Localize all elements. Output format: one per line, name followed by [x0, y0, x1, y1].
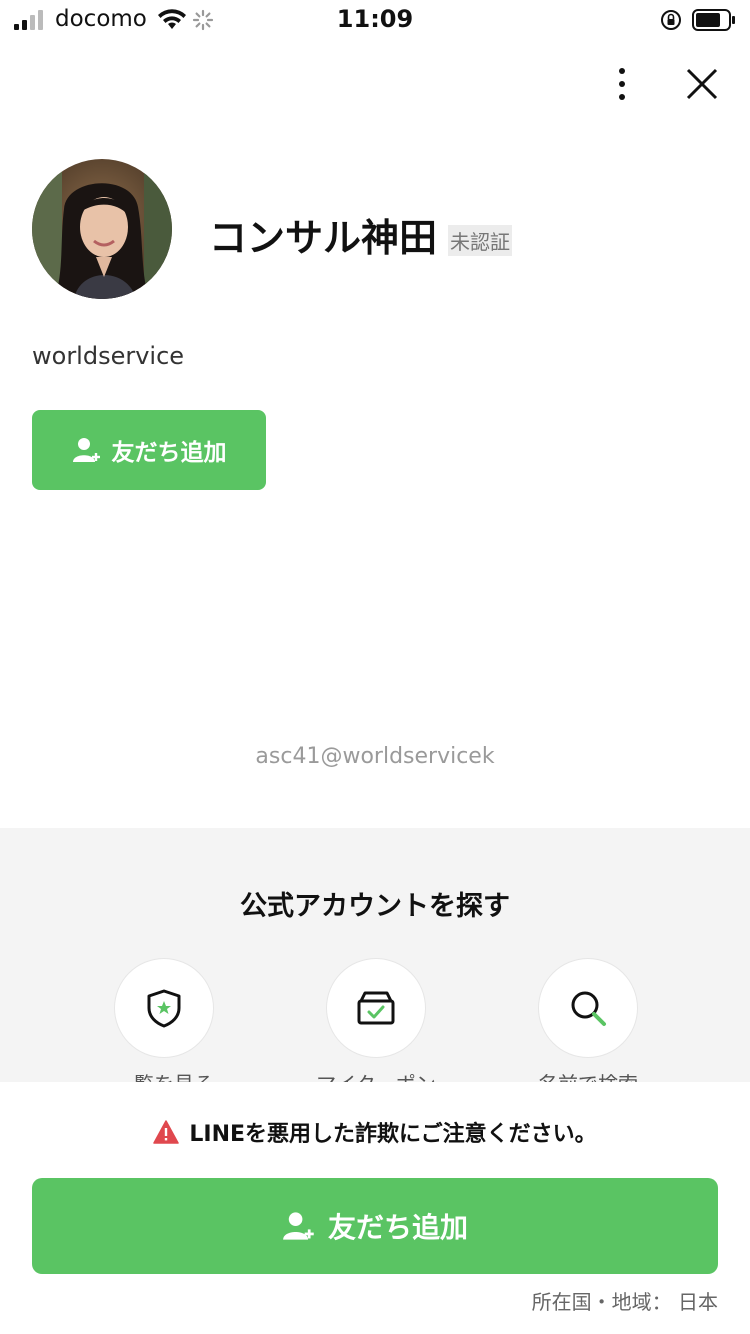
warning-icon [153, 1120, 180, 1144]
add-friend-icon [72, 438, 100, 462]
status-bar: docomo 11:09 [0, 0, 750, 44]
coupon-box-icon [357, 991, 395, 1025]
more-options-button[interactable] [602, 64, 642, 104]
search-icon [571, 991, 606, 1026]
close-button[interactable] [682, 64, 722, 104]
profile-id: worldservice [32, 342, 185, 370]
add-friend-button[interactable]: 友だち追加 [32, 410, 266, 490]
fraud-warning-text: LINEを悪用した詐欺にご注意ください。 [189, 1122, 597, 1147]
location-info: 所在国・地域： 日本 [531, 1290, 718, 1314]
search-by-name-button[interactable] [539, 959, 637, 1057]
browse-list-button[interactable] [115, 959, 213, 1057]
add-friend-icon [283, 1212, 314, 1240]
fraud-warning: LINEを悪用した詐欺にご注意ください。 [0, 1116, 750, 1148]
add-friend-label: 友だち追加 [111, 440, 227, 466]
add-friend-main-label: 友だち追加 [327, 1211, 468, 1244]
add-friend-main-button[interactable]: 友だち追加 [32, 1178, 718, 1274]
avatar-photo [32, 159, 172, 299]
official-accounts-section: 公式アカウントを探す 一覧を見る マイクーポン 名前で検索 [0, 828, 750, 1096]
battery-icon [692, 9, 735, 31]
bottom-panel: LINEを悪用した詐欺にご注意ください。 友だち追加 所在国・地域： 日本 [0, 1082, 750, 1334]
profile-name: コンサル神田 [209, 216, 438, 260]
clock: 11:09 [336, 5, 414, 33]
official-accounts-title: 公式アカウントを探す [240, 891, 510, 922]
account-email: asc41@worldservicek [255, 744, 495, 769]
more-vertical-icon [619, 68, 625, 100]
rotation-lock-icon [661, 10, 681, 30]
my-coupon-button[interactable] [327, 959, 425, 1057]
shield-star-icon [147, 989, 181, 1028]
unverified-badge: 未認証 [448, 225, 512, 256]
close-icon [686, 68, 718, 100]
avatar[interactable] [32, 159, 172, 299]
